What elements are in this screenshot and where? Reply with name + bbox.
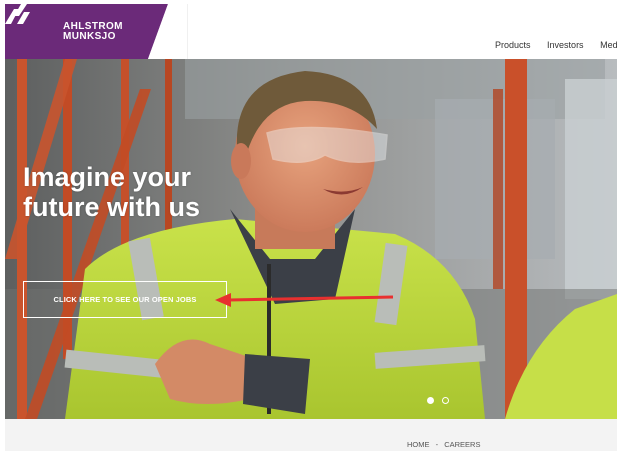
breadcrumb-current: CAREERS xyxy=(444,440,481,449)
breadcrumb-bar: HOME - CAREERS xyxy=(5,419,617,451)
hero-heading-line-2: future with us xyxy=(23,192,200,222)
nav-item-investors[interactable]: Investors xyxy=(547,40,584,50)
hero-heading: Imagine your future with us xyxy=(23,162,263,222)
open-jobs-button[interactable]: CLICK HERE TO SEE OUR OPEN JOBS xyxy=(23,281,227,318)
logo-mark-icon xyxy=(5,4,30,24)
hero-banner: Imagine your future with us CLICK HERE T… xyxy=(5,59,617,419)
breadcrumb-separator: - xyxy=(435,440,439,449)
red-arrow-annotation-icon xyxy=(215,293,394,307)
hero-heading-line-1: Imagine your xyxy=(23,162,192,192)
logo-wordmark: AHLSTROM MUNKSJO xyxy=(63,22,123,42)
carousel-dot-2[interactable] xyxy=(442,397,449,404)
logo-line-2: MUNKSJO xyxy=(63,31,116,42)
carousel-dot-1[interactable] xyxy=(427,397,434,404)
breadcrumb-home[interactable]: HOME xyxy=(407,440,430,449)
nav-item-products[interactable]: Products xyxy=(495,40,531,50)
brand-logo[interactable]: AHLSTROM MUNKSJO xyxy=(5,4,188,59)
site-header: AHLSTROM MUNKSJO Products Investors Med xyxy=(5,4,617,59)
hero-photo xyxy=(5,59,617,419)
main-nav: Products Investors Med xyxy=(495,40,617,50)
nav-item-media[interactable]: Med xyxy=(600,40,617,50)
breadcrumb: HOME - CAREERS xyxy=(407,440,480,449)
page-frame: AHLSTROM MUNKSJO Products Investors Med xyxy=(5,4,617,451)
